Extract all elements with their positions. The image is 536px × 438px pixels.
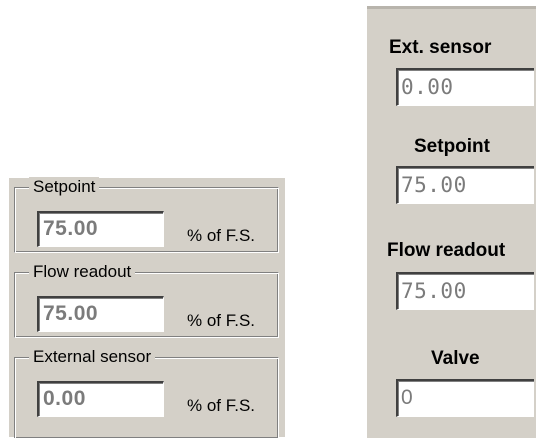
right-panel: Ext. sensor 0.00 Setpoint 75.00 Flow rea… bbox=[366, 5, 536, 438]
flow-readout-unit: % of F.S. bbox=[187, 311, 256, 330]
external-sensor-legend: External sensor bbox=[29, 347, 156, 367]
valve-field[interactable]: 0 bbox=[396, 379, 534, 417]
left-panel: Setpoint 75.00 % of F.S. Flow readout 75… bbox=[9, 177, 285, 438]
flow-readout-group: Flow readout 75.00 % of F.S. bbox=[14, 262, 279, 338]
external-sensor-group: External sensor 0.00 % of F.S. bbox=[14, 347, 279, 438]
ext-sensor-label: Ext. sensor bbox=[389, 37, 492, 58]
setpoint-label: Setpoint bbox=[414, 136, 490, 157]
external-sensor-unit: % of F.S. bbox=[187, 396, 256, 415]
setpoint-field-right[interactable]: 75.00 bbox=[396, 166, 534, 204]
setpoint-unit: % of F.S. bbox=[187, 226, 256, 245]
valve-label: Valve bbox=[431, 348, 480, 369]
external-sensor-field[interactable]: 0.00 bbox=[37, 381, 164, 417]
flow-readout-legend: Flow readout bbox=[29, 262, 136, 282]
flow-readout-label: Flow readout bbox=[387, 240, 506, 261]
flow-readout-field-right[interactable]: 75.00 bbox=[396, 272, 534, 310]
flow-readout-field[interactable]: 75.00 bbox=[37, 296, 164, 332]
setpoint-field[interactable]: 75.00 bbox=[37, 211, 164, 247]
setpoint-legend: Setpoint bbox=[29, 177, 100, 197]
ext-sensor-field[interactable]: 0.00 bbox=[396, 68, 534, 106]
setpoint-group: Setpoint 75.00 % of F.S. bbox=[14, 177, 279, 253]
